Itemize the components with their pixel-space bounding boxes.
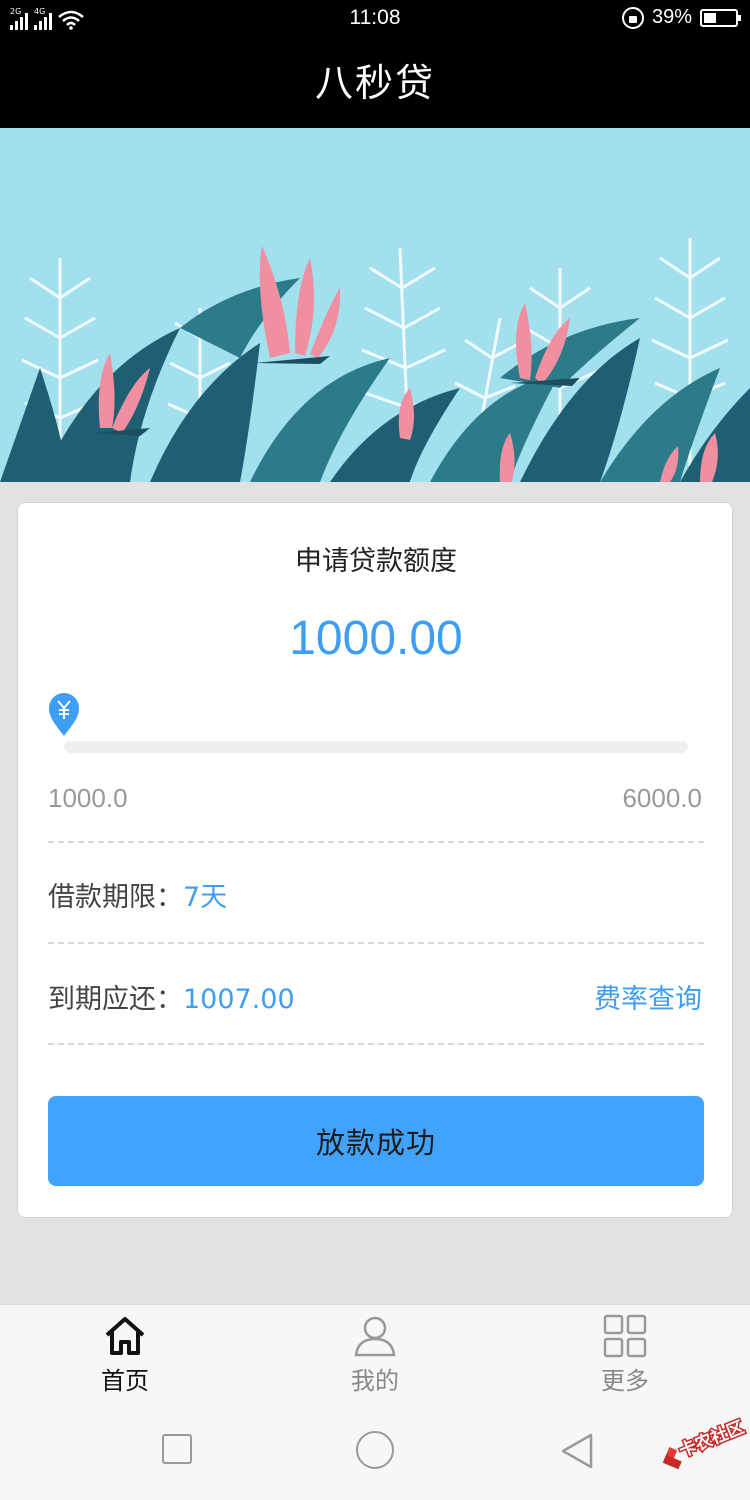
divider [48, 942, 704, 944]
grid-icon [603, 1314, 647, 1358]
loan-section-title: 申请贷款额度 [295, 546, 457, 577]
user-icon [354, 1316, 396, 1357]
watermark-logo: 卡农社区 [662, 1415, 748, 1470]
status-right: 39% [621, 6, 741, 29]
loan-term-value: 7天 [183, 882, 228, 913]
battery-percent: 39% [651, 6, 692, 28]
tab-more[interactable]: 更多 [550, 1313, 700, 1396]
recent-apps-icon[interactable] [162, 1434, 192, 1464]
range-min-label: 1000.0 [48, 783, 128, 813]
banner-carousel[interactable] [0, 128, 750, 482]
battery-icon [700, 8, 741, 27]
yuan-icon[interactable] [48, 693, 80, 737]
loan-term-row[interactable]: 借款期限：7天 [48, 875, 227, 914]
due-value: 1007.00 [183, 984, 295, 1015]
loan-amount: 1000.00 [289, 612, 463, 665]
rate-query-link[interactable]: 费率查询 [594, 977, 702, 1016]
back-icon[interactable] [560, 1432, 594, 1470]
range-max-label: 6000.0 [622, 783, 702, 813]
due-amount-row: 到期应还：1007.00 [48, 977, 295, 1016]
divider [48, 1043, 704, 1045]
svg-text:卡农社区: 卡农社区 [676, 1417, 747, 1462]
tab-mine[interactable]: 我的 [300, 1313, 450, 1396]
home-icon [105, 1317, 145, 1355]
tab-home[interactable]: 首页 [50, 1313, 200, 1396]
home-button-icon[interactable] [356, 1431, 394, 1469]
amount-slider-track[interactable] [64, 741, 688, 753]
divider [48, 841, 704, 843]
tab-more-label: 更多 [601, 1367, 649, 1395]
rotation-lock-icon [621, 6, 644, 29]
system-nav-bar [0, 1404, 750, 1500]
banner-image [0, 238, 750, 482]
tab-mine-label: 我的 [351, 1367, 399, 1395]
status-bar: 2G 4G 11:08 39% [0, 0, 750, 38]
bottom-tab-bar: 首页 我的 更多 [0, 1304, 750, 1404]
loan-term-label: 借款期限： [48, 882, 183, 913]
due-label: 到期应还： [48, 984, 183, 1015]
app-title: 八秒贷 [0, 38, 750, 128]
submit-button[interactable]: 放款成功 [48, 1096, 704, 1186]
loan-card: 申请贷款额度 1000.00 1000.0 6000.0 借款期限：7天 到期应… [17, 502, 733, 1218]
tab-home-label: 首页 [101, 1367, 149, 1395]
